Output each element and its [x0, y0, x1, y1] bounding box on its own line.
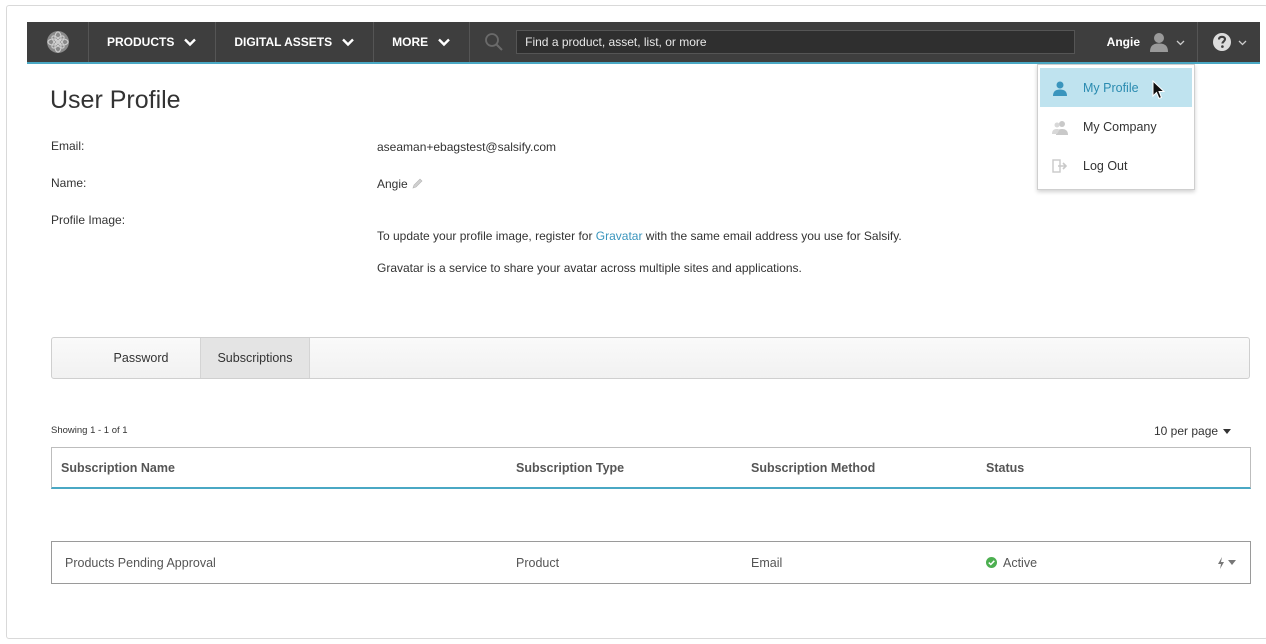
- lightning-icon: [1218, 556, 1224, 569]
- name-label: Name:: [51, 176, 87, 190]
- check-circle-icon: [986, 557, 997, 568]
- gravatar-text-after: with the same email address you use for …: [642, 229, 902, 243]
- subscription-name: Products Pending Approval: [65, 555, 216, 570]
- profile-image-instructions: To update your profile image, register f…: [377, 229, 902, 243]
- menu-item-log-out[interactable]: Log Out: [1038, 146, 1194, 185]
- nav-products-label: PRODUCTS: [107, 35, 175, 49]
- column-subscription-method[interactable]: Subscription Method: [751, 461, 875, 475]
- row-actions-menu[interactable]: [1217, 556, 1236, 569]
- user-icon: [1053, 81, 1067, 96]
- menu-item-my-profile[interactable]: My Profile: [1040, 68, 1192, 107]
- nav-digital-assets[interactable]: DIGITAL ASSETS: [216, 22, 375, 62]
- chevron-down-icon: [438, 38, 450, 47]
- name-value: Angie: [377, 177, 408, 191]
- user-menu-toggle[interactable]: Angie: [1085, 22, 1198, 62]
- nav-products[interactable]: PRODUCTS: [89, 22, 217, 62]
- email-label: Email:: [51, 139, 85, 153]
- email-value: aseaman+ebagstest@salsify.com: [377, 140, 557, 154]
- caret-down-icon: [1228, 559, 1236, 565]
- chevron-down-icon: [1176, 40, 1185, 45]
- user-name: Angie: [1106, 35, 1140, 49]
- nav-more[interactable]: MORE: [374, 22, 471, 62]
- search-icon[interactable]: [484, 32, 504, 52]
- table-header: Subscription Name Subscription Type Subs…: [51, 447, 1251, 489]
- subscription-method: Email: [751, 555, 783, 570]
- chevron-down-icon: [184, 38, 197, 47]
- per-page-label: 10 per page: [1154, 424, 1219, 438]
- mouse-cursor-icon: [1152, 80, 1166, 100]
- menu-item-label: Log Out: [1083, 158, 1128, 173]
- logout-icon: [1052, 158, 1068, 173]
- user-avatar-icon: [1150, 33, 1168, 52]
- pagination-summary: Showing 1 - 1 of 1: [51, 425, 128, 436]
- profile-tabs: Password Subscriptions: [51, 337, 1250, 379]
- page-title: User Profile: [50, 86, 181, 114]
- gravatar-note: Gravatar is a service to share your avat…: [377, 261, 802, 275]
- subscription-status: Active: [986, 556, 1037, 570]
- menu-item-my-company[interactable]: My Company: [1038, 107, 1194, 146]
- nav-digital-assets-label: DIGITAL ASSETS: [234, 35, 333, 49]
- column-subscription-name[interactable]: Subscription Name: [61, 461, 175, 475]
- user-dropdown-menu: My Profile My Company Log Out: [1037, 64, 1195, 190]
- status-text: Active: [1003, 555, 1038, 570]
- search-input[interactable]: [516, 30, 1075, 54]
- nav-more-label: MORE: [392, 35, 429, 49]
- column-status[interactable]: Status: [986, 461, 1024, 475]
- chevron-down-icon: [342, 38, 354, 47]
- help-menu-toggle[interactable]: [1198, 22, 1260, 62]
- subscription-type: Product: [516, 555, 560, 570]
- caret-down-icon: [1223, 429, 1232, 434]
- menu-item-label: My Company: [1083, 119, 1157, 134]
- top-nav-bar: PRODUCTS DIGITAL ASSETS MORE Angie: [27, 22, 1260, 64]
- menu-item-label: My Profile: [1083, 80, 1139, 95]
- per-page-select[interactable]: 10 per page: [1154, 424, 1232, 438]
- column-subscription-type[interactable]: Subscription Type: [516, 461, 624, 475]
- gravatar-text-before: To update your profile image, register f…: [377, 229, 596, 243]
- search-area: [470, 22, 1085, 62]
- salsify-logo[interactable]: [27, 22, 89, 62]
- gravatar-link[interactable]: Gravatar: [596, 229, 643, 243]
- tab-subscriptions[interactable]: Subscriptions: [200, 338, 310, 378]
- edit-pencil-icon[interactable]: [412, 178, 423, 189]
- profile-image-label: Profile Image:: [51, 213, 126, 227]
- tab-password[interactable]: Password: [52, 338, 200, 378]
- company-icon: [1052, 120, 1068, 135]
- help-icon: [1212, 33, 1231, 51]
- name-value-field: Angie: [377, 177, 423, 191]
- flower-logo-icon: [46, 31, 69, 53]
- table-row[interactable]: Products Pending Approval Product Email …: [51, 541, 1251, 584]
- chevron-down-icon: [1238, 40, 1246, 45]
